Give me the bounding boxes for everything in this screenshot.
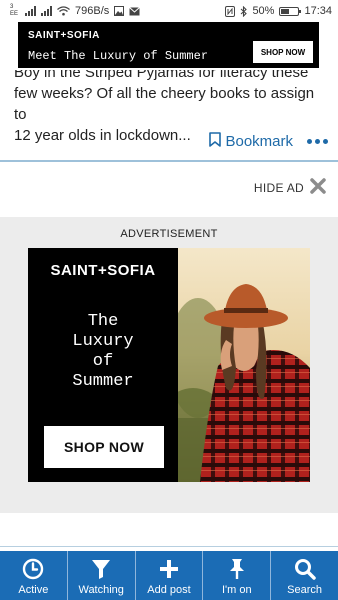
article-actions: Bookmark [209,132,328,151]
plus-icon [159,557,179,581]
pin-icon [228,557,246,581]
article-cut-line-text: Boy in the Striped Pyjamas for literacy … [14,70,309,81]
nav-item-search[interactable]: Search [271,551,338,600]
search-icon [294,557,316,581]
nav-label-search: Search [287,584,323,596]
nav-label-add-post: Add post [147,584,191,596]
carrier-bottom: EE [10,11,19,17]
battery-percent: 50% [252,5,275,17]
content-gap [0,513,338,548]
mail-notification-icon [129,6,141,16]
bottom-navigation: Active Watching Add post I'm on Search [0,551,338,600]
bookmark-icon [209,132,222,151]
advertisement-card[interactable]: SAINT+SOFIA The Luxury of Summer SHOP NO… [28,248,310,482]
nav-label-active: Active [18,584,49,596]
ad-headline: The Luxury of Summer [72,312,134,391]
advertisement-container: ADVERTISEMENT SAINT+SOFIA The Luxury of … [0,217,338,513]
hide-ad-label: HIDE AD [253,181,304,195]
ad-shop-button[interactable]: SHOP NOW [44,426,164,468]
top-banner-tagline: Meet The Luxury of Summer [28,49,209,63]
bookmark-button[interactable]: Bookmark [209,132,293,151]
top-banner-ad[interactable]: SAINT+SOFIA Meet The Luxury of Summer SH… [18,22,319,68]
advertisement-label: ADVERTISEMENT [120,228,218,240]
ad-brand: SAINT+SOFIA [50,262,156,279]
article-cut-line: Boy in the Striped Pyjamas for literacy … [14,70,324,83]
article-line-1: few weeks? Of all the cheery books to as… [14,85,315,123]
status-left: 3 EE 796B/s [10,4,141,18]
content-divider [0,546,338,547]
wifi-icon [57,6,70,16]
nav-label-watching: Watching [78,584,124,596]
carrier-label: 3 EE [10,4,18,18]
nav-item-watching[interactable]: Watching [68,551,136,600]
more-options-icon[interactable] [307,139,328,144]
close-icon[interactable] [310,177,326,199]
top-banner-shop-button[interactable]: SHOP NOW [253,41,313,63]
ad-text-panel: SAINT+SOFIA The Luxury of Summer SHOP NO… [28,248,178,482]
nfc-icon [225,5,236,17]
clock-time: 17:34 [304,5,332,17]
bluetooth-icon [240,5,248,17]
signal-icon-2 [41,6,53,16]
image-notification-icon [114,6,125,16]
ad-model-photo [178,248,310,482]
top-banner-brand: SAINT+SOFIA [28,30,100,41]
status-bar: 3 EE 796B/s 50% 17:34 [0,0,338,22]
filter-icon [91,557,111,581]
battery-icon [279,6,302,16]
article-card[interactable]: Boy in the Striped Pyjamas for literacy … [0,68,338,160]
battery-fill [281,8,290,14]
article-divider [0,160,338,162]
nav-item-add-post[interactable]: Add post [136,551,204,600]
net-speed: 796B/s [75,5,110,17]
carrier-top: 3 [10,4,14,10]
signal-icon [25,6,37,16]
status-right: 50% 17:34 [225,5,332,17]
nav-label-im-on: I'm on [221,584,252,596]
hide-ad-button[interactable]: HIDE AD [0,168,338,208]
bookmark-label: Bookmark [225,133,293,150]
nav-item-active[interactable]: Active [0,551,68,600]
nav-item-im-on[interactable]: I'm on [203,551,272,600]
clock-icon [22,557,44,581]
